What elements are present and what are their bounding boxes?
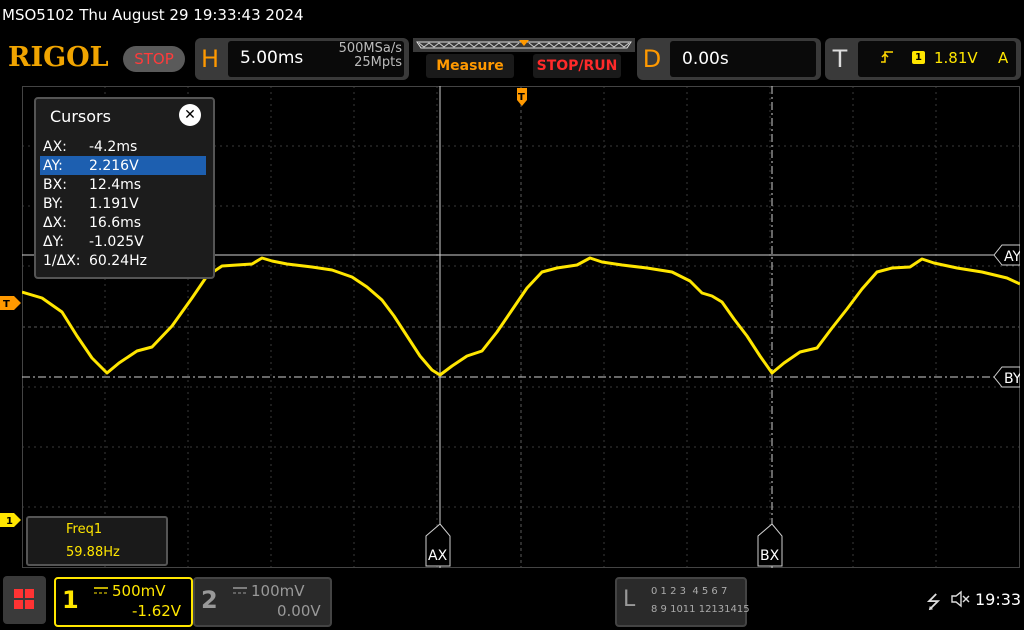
channel1-offset: -1.62V	[132, 602, 182, 620]
cursor-by-label: BY	[1004, 371, 1020, 387]
cursor-row-delta-y: ΔY: -1.025V	[43, 233, 144, 250]
cursor-ax-label: AX	[428, 548, 448, 564]
sample-info: 500MSa/s 25Mpts	[322, 42, 402, 70]
channel2-panel[interactable]: 2 100mV 0.00V	[193, 577, 332, 627]
channel2-offset: 0.00V	[277, 602, 321, 620]
grid-menu-icon	[14, 589, 34, 609]
dc-coupling-icon	[233, 587, 247, 594]
run-state-badge[interactable]: STOP	[123, 46, 185, 72]
trigger-position-marker: T	[517, 88, 527, 106]
sample-rate: 500MSa/s	[338, 41, 402, 56]
cursor-row-ay[interactable]: AY: 2.216V	[40, 156, 206, 175]
delay-letter: D	[642, 45, 662, 73]
rising-edge-icon	[881, 51, 893, 63]
channel2-number: 2	[201, 586, 218, 614]
memory-depth: 25Mpts	[354, 55, 402, 70]
cursor-bx-marker: BX	[757, 523, 783, 567]
cursor-ax-marker: AX	[425, 523, 451, 567]
cursor-panel-title: Cursors	[50, 107, 111, 126]
trigger-level: 1.81V	[934, 49, 978, 67]
dc-coupling-icon	[94, 587, 108, 594]
title-line: MSO5102 Thu August 29 19:33:43 2024	[2, 6, 304, 24]
cursor-ay-label: AY	[1004, 249, 1020, 265]
measure-button[interactable]: Measure	[426, 54, 514, 78]
clock: 19:33	[975, 590, 1022, 609]
app-menu-button[interactable]	[3, 576, 46, 624]
trigger-source-badge: 1	[912, 51, 925, 64]
stop-run-button[interactable]: STOP/RUN	[533, 54, 621, 78]
channel1-ground-marker: 1	[0, 513, 21, 527]
svg-text:T: T	[3, 299, 10, 310]
cursor-row-inverse-delta-x: 1/ΔX: 60.24Hz	[43, 252, 147, 269]
cursor-ay-marker: AY	[993, 244, 1020, 266]
cursor-row-by: BY: 1.191V	[43, 195, 139, 212]
delay-value: 0.00s	[682, 49, 729, 69]
logic-analyzer-panel[interactable]: L 0 1 2 3 4 5 6 7 8 9 1011 12131415	[615, 577, 750, 627]
svg-text:1: 1	[6, 516, 13, 527]
logic-channels-row2: 8 9 1011 12131415	[651, 604, 750, 615]
svg-text:T: T	[518, 92, 525, 103]
trigger-level-marker: T	[0, 296, 21, 310]
trigger-mode: A	[998, 49, 1009, 67]
cursor-row-delta-x: ΔX: 16.6ms	[43, 214, 142, 231]
cursor-by-marker: BY	[993, 366, 1020, 388]
usb-icon: ⭍	[926, 592, 941, 613]
channel1-panel[interactable]: 1 500mV -1.62V	[54, 577, 193, 627]
logic-letter: L	[623, 587, 636, 612]
channel1-number: 1	[62, 586, 79, 614]
trigger-letter: T	[832, 45, 848, 73]
rigol-logo: RIGOL	[8, 42, 109, 73]
measurement-box[interactable]: Freq1 59.88Hz	[26, 516, 168, 566]
cursor-row-bx: BX: 12.4ms	[43, 176, 142, 193]
logic-channels-row1: 0 1 2 3 4 5 6 7	[651, 586, 728, 597]
channel1-scale: 500mV	[112, 582, 166, 600]
channel2-scale: 100mV	[251, 582, 305, 600]
muted-speaker-icon[interactable]	[950, 590, 970, 608]
cursor-bx-label: BX	[760, 548, 780, 564]
memory-position-strip	[413, 38, 635, 52]
cursor-row-ax: AX: -4.2ms	[43, 138, 138, 155]
measurement-value: 59.88Hz	[66, 545, 120, 560]
horizontal-letter: H	[200, 45, 220, 73]
cursor-panel: Cursors ✕ AX: -4.2ms AY: 2.216V BX: 12.4ms …	[34, 97, 215, 279]
close-icon[interactable]: ✕	[179, 104, 201, 126]
timebase-scale: 5.00ms	[240, 48, 304, 68]
measurement-label: Freq1	[66, 522, 103, 537]
